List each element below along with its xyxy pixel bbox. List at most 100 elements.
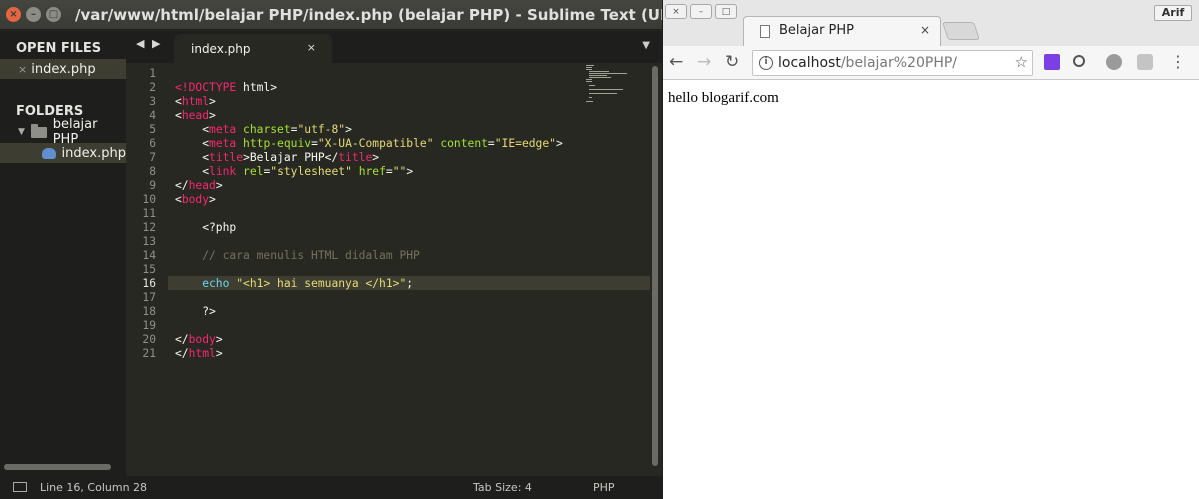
line-number: 13 xyxy=(142,235,156,248)
code-token: "IE=edge" xyxy=(494,137,556,150)
chrome-menu-icon[interactable]: ⋮ xyxy=(1170,52,1186,71)
folder-file-item[interactable]: index.php xyxy=(0,143,126,163)
back-icon[interactable]: ← xyxy=(669,52,683,72)
code-line[interactable]: <meta http-equiv="X-UA-Compatible" conte… xyxy=(175,137,563,151)
code-token: href xyxy=(358,165,386,178)
line-number: 16 xyxy=(142,277,156,290)
code-token: <?php xyxy=(175,221,237,234)
folder-item[interactable]: ▼ belajar PHP xyxy=(0,117,126,147)
line-number: 2 xyxy=(149,81,156,94)
code-token: = xyxy=(487,137,495,150)
tab-bar: ◀ ▶ index.php × ▼ xyxy=(126,31,662,63)
code-token: > xyxy=(215,179,223,192)
line-number: 4 xyxy=(149,109,156,122)
code-token: > xyxy=(406,165,414,178)
chrome-close-button[interactable]: × xyxy=(665,4,687,19)
profile-button[interactable]: Arif xyxy=(1154,5,1192,21)
open-file-label: index.php xyxy=(31,61,96,77)
code-line[interactable]: </head> xyxy=(175,179,223,193)
bookmark-star-icon[interactable]: ☆ xyxy=(1015,53,1028,71)
line-number: 11 xyxy=(142,207,156,220)
code-token: title xyxy=(338,151,373,164)
minimap[interactable] xyxy=(586,63,646,103)
code-token: ; xyxy=(406,277,414,290)
page-icon xyxy=(760,25,770,38)
code-line[interactable]: <link rel="stylesheet" href=""> xyxy=(175,165,413,179)
panel-toggle-icon[interactable] xyxy=(13,482,27,492)
code-line[interactable]: <!DOCTYPE html> xyxy=(175,81,277,95)
cursor-position: Line 16, Column 28 xyxy=(40,481,148,494)
code-token: content xyxy=(440,137,488,150)
code-line[interactable]: </body> xyxy=(175,333,223,347)
magnifier-icon[interactable] xyxy=(1073,55,1085,67)
code-token: < xyxy=(175,123,210,136)
code-token: > xyxy=(209,109,216,122)
line-number: 18 xyxy=(142,305,156,318)
chrome-minimize-button[interactable]: – xyxy=(690,4,712,19)
code-token: ?> xyxy=(175,305,216,318)
tab-nav-arrows[interactable]: ◀ ▶ xyxy=(136,37,162,50)
code-token: link xyxy=(209,165,237,178)
sublime-window: × – □ /var/www/html/belajar PHP/index.ph… xyxy=(0,0,662,499)
disclosure-triangle-icon[interactable]: ▼ xyxy=(18,127,25,137)
tab-menu-icon[interactable]: ▼ xyxy=(642,40,650,51)
line-number: 17 xyxy=(142,291,156,304)
code-line[interactable]: // cara menulis HTML didalam PHP xyxy=(175,249,420,263)
code-token: "X-UA-Compatible" xyxy=(317,137,434,150)
code-token: html> xyxy=(236,81,278,94)
tab-size[interactable]: Tab Size: 4 xyxy=(473,481,532,494)
code-line[interactable]: <head> xyxy=(175,109,216,123)
code-line[interactable]: <meta charset="utf-8"> xyxy=(175,123,352,137)
code-line[interactable]: echo "<h1> hai semuanya </h1>"; xyxy=(175,277,413,291)
browser-tab[interactable]: Belajar PHP × xyxy=(743,16,941,46)
line-number: 10 xyxy=(142,193,156,206)
code-token: echo xyxy=(175,277,230,290)
vertical-scrollbar[interactable] xyxy=(652,66,658,466)
code-line[interactable]: <?php xyxy=(175,221,236,235)
code-token: < xyxy=(175,137,210,150)
status-bar: Line 16, Column 28 Tab Size: 4 PHP xyxy=(0,476,662,499)
window-minimize-button[interactable]: – xyxy=(26,7,41,22)
code-token: head xyxy=(181,109,210,122)
code-line[interactable]: <html> xyxy=(175,95,216,109)
chrome-window: × – □ Arif Belajar PHP × ← → ↻ i localho… xyxy=(662,0,1199,499)
code-token: > xyxy=(555,137,563,150)
browser-tab-close-icon[interactable]: × xyxy=(920,23,930,37)
code-token: html xyxy=(181,95,210,108)
horizontal-scrollbar[interactable] xyxy=(4,464,111,470)
code-token: = xyxy=(311,137,318,150)
open-file-item[interactable]: × index.php xyxy=(0,59,126,79)
tab-close-icon[interactable]: × xyxy=(307,41,316,54)
reload-icon[interactable]: ↻ xyxy=(725,52,739,72)
code-line[interactable]: <body> xyxy=(175,193,216,207)
code-token: > xyxy=(215,347,223,360)
line-number: 12 xyxy=(142,221,156,234)
code-token: </ xyxy=(175,347,189,360)
syntax-mode[interactable]: PHP xyxy=(593,481,615,494)
code-token: < xyxy=(175,109,182,122)
window-maximize-button[interactable]: □ xyxy=(46,7,61,22)
code-token: rel xyxy=(243,165,264,178)
close-icon[interactable]: × xyxy=(18,63,27,76)
gray-extension-icon[interactable] xyxy=(1137,54,1153,70)
line-number: 20 xyxy=(142,333,156,346)
line-number: 9 xyxy=(149,179,156,192)
url-text[interactable]: localhost/belajar%20PHP/ xyxy=(778,55,957,71)
chrome-maximize-button[interactable]: □ xyxy=(715,4,737,19)
code-token: > xyxy=(372,151,380,164)
code-token: > xyxy=(215,333,223,346)
new-tab-button[interactable] xyxy=(942,22,980,40)
forward-icon[interactable]: → xyxy=(697,52,711,72)
purple-extension-icon[interactable] xyxy=(1044,54,1060,70)
globe-icon[interactable] xyxy=(1106,54,1122,70)
code-line[interactable]: ?> xyxy=(175,305,216,319)
code-line[interactable]: <title>Belajar PHP</title> xyxy=(175,151,379,165)
tab-index-php[interactable]: index.php × xyxy=(174,34,332,63)
code-token: title xyxy=(209,151,244,164)
code-line[interactable]: </html> xyxy=(175,347,223,361)
address-bar[interactable]: i localhost/belajar%20PHP/ ☆ xyxy=(752,50,1033,76)
info-icon[interactable]: i xyxy=(759,56,773,70)
line-number: 15 xyxy=(142,263,156,276)
window-close-button[interactable]: × xyxy=(6,7,21,22)
code-token: < xyxy=(175,165,210,178)
